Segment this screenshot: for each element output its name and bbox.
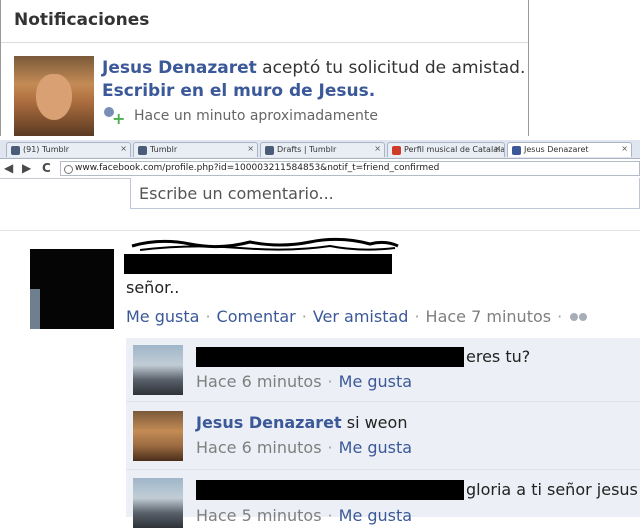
- separator-dot: ·: [205, 307, 211, 326]
- avatar-face: [36, 74, 72, 120]
- close-icon[interactable]: ×: [374, 144, 381, 153]
- tab-label: Tumblr: [150, 145, 178, 154]
- comments-list: eres tu? Hace 6 minutos · Me gusta Jesus D…: [126, 338, 640, 528]
- notification-friend-name[interactable]: Jesus Denazaret: [102, 58, 257, 78]
- separator-dot: ·: [301, 307, 307, 326]
- tab-perfil-musical[interactable]: Perfil musical de Catalalala- ...×: [387, 142, 505, 157]
- comment-time[interactable]: Hace 6 minutos: [196, 372, 322, 391]
- post-time[interactable]: Hace 7 minutos: [426, 307, 552, 326]
- tumblr-icon: [138, 146, 147, 155]
- tumblr-icon: [11, 146, 20, 155]
- commenter-avatar[interactable]: [133, 478, 183, 528]
- music-icon: [392, 146, 401, 155]
- back-icon[interactable]: ◀: [4, 161, 13, 175]
- friends-audience-icon[interactable]: [568, 311, 590, 325]
- redacted-commenter-name: [196, 347, 464, 367]
- notification-time: Hace un minuto aproximadamente: [134, 108, 378, 124]
- write-on-wall-link[interactable]: Escribir en el muro de Jesus.: [102, 81, 375, 101]
- tab-label: (91) Tumblr: [23, 145, 70, 154]
- browser-tab-bar: (91) Tumblr × Tumblr × Drafts | Tumblr × Pe…: [0, 140, 640, 159]
- comment-text: eres tu?: [466, 347, 531, 366]
- tab-drafts[interactable]: Drafts | Tumblr ×: [260, 142, 385, 157]
- see-friendship-link[interactable]: Ver amistad: [313, 307, 409, 326]
- reload-icon[interactable]: C: [42, 161, 51, 175]
- close-icon[interactable]: ×: [494, 144, 501, 153]
- tab-tumblr[interactable]: Tumblr ×: [133, 142, 258, 157]
- separator-dot: ·: [327, 506, 333, 525]
- friend-added-icon: [102, 105, 126, 128]
- tab-label: Drafts | Tumblr: [277, 145, 337, 154]
- redacted-commenter-name: [196, 480, 464, 500]
- post-actions: Me gusta · Comentar · Ver amistad · Hace 7 min…: [126, 307, 590, 326]
- tab-tumblr-91[interactable]: (91) Tumblr ×: [6, 142, 131, 157]
- comment-meta: Hace 5 minutos · Me gusta: [196, 506, 412, 525]
- commenter-avatar[interactable]: [133, 411, 183, 461]
- notification-panel: Notificaciones Jesus Denazaret aceptó tu…: [0, 0, 529, 136]
- notification-action: aceptó tu solicitud de amistad.: [256, 58, 526, 78]
- close-icon[interactable]: ×: [120, 144, 127, 153]
- notifications-title: Notificaciones: [1, 0, 528, 43]
- comment-meta: Hace 6 minutos · Me gusta: [196, 372, 412, 391]
- commenter-avatar[interactable]: [133, 345, 183, 395]
- like-link[interactable]: Me gusta: [126, 307, 199, 326]
- facebook-icon: [512, 146, 521, 155]
- scribble-redaction: [131, 237, 399, 251]
- address-bar-row: ◀ ▶ C www.facebook.com/profile.php?id=10…: [0, 159, 640, 179]
- comment-meta: Hace 6 minutos · Me gusta: [196, 438, 412, 457]
- comment-input[interactable]: Escribe un comentario...: [130, 178, 640, 209]
- url-field[interactable]: www.facebook.com/profile.php?id=10000321…: [60, 161, 640, 176]
- post-text: señor..: [126, 278, 180, 297]
- comment-time[interactable]: Hace 5 minutos: [196, 506, 322, 525]
- commenter-name[interactable]: Jesus Denazaret: [196, 413, 342, 432]
- comment-body: Jesus Denazaret si weon: [196, 413, 407, 432]
- comment-item: eres tu? Hace 6 minutos · Me gusta: [126, 338, 640, 402]
- tumblr-icon: [265, 146, 274, 155]
- comment-time[interactable]: Hace 6 minutos: [196, 438, 322, 457]
- redacted-author-name: [124, 254, 392, 274]
- comment-text: gloria a ti señor jesus: [466, 480, 638, 499]
- comment-like-link[interactable]: Me gusta: [339, 438, 412, 457]
- comment-like-link[interactable]: Me gusta: [339, 372, 412, 391]
- notification-meta: Hace un minuto aproximadamente: [102, 105, 378, 128]
- tab-label: Perfil musical de Catalalala- ...: [404, 145, 505, 154]
- friend-avatar[interactable]: [14, 56, 94, 136]
- separator-dot: ·: [414, 307, 420, 326]
- comment-text: si weon: [341, 413, 408, 432]
- comment-like-link[interactable]: Me gusta: [339, 506, 412, 525]
- close-icon[interactable]: ×: [247, 144, 254, 153]
- tab-label: Jesus Denazaret: [524, 145, 589, 154]
- comment-link[interactable]: Comentar: [217, 307, 296, 326]
- separator-dot: ·: [327, 372, 333, 391]
- comment-item: Jesus Denazaret si weon Hace 6 minutos · M…: [126, 404, 640, 470]
- forward-icon[interactable]: ▶: [22, 161, 31, 175]
- separator-dot: ·: [327, 438, 333, 457]
- separator-dot: ·: [557, 307, 563, 326]
- notification-text: Jesus Denazaret aceptó tu solicitud de a…: [102, 57, 525, 103]
- divider: [0, 230, 640, 231]
- comment-item: gloria a ti señor jesus Hace 5 minutos · M…: [126, 472, 640, 528]
- tab-jesus-denazaret[interactable]: Jesus Denazaret ×: [507, 142, 632, 157]
- post-author-avatar[interactable]: [30, 249, 114, 329]
- close-icon[interactable]: ×: [621, 144, 628, 153]
